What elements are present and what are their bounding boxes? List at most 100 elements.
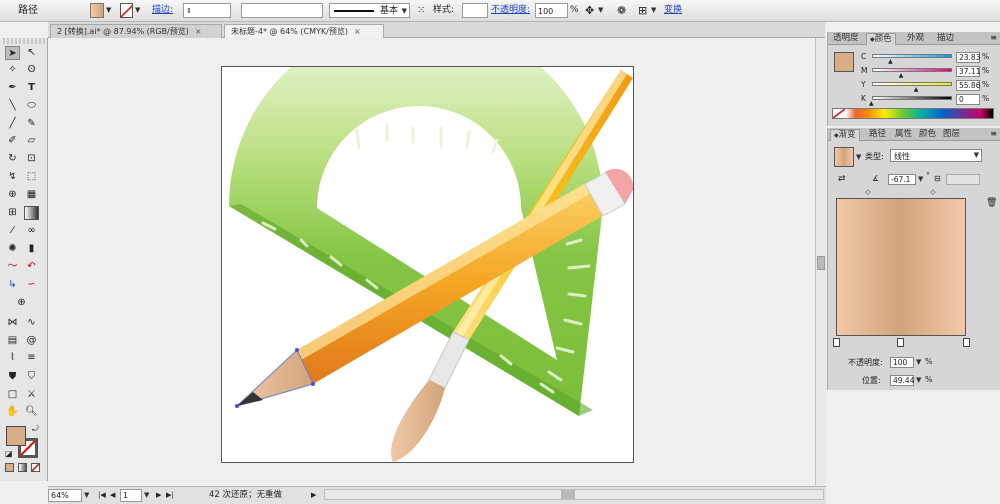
align-dropdown-icon[interactable]: ▼ [651,3,656,18]
gradient-mode-icon[interactable] [18,463,27,472]
channel-slider[interactable] [872,96,952,100]
zoom-dropdown-icon[interactable]: ▼ [84,489,89,502]
tab-color-2[interactable]: 颜色 [916,129,939,141]
channel-slider[interactable] [872,82,952,86]
warp-tool-icon[interactable]: ↯ [5,170,20,184]
current-color-swatch[interactable] [834,52,854,72]
scroll-thumb[interactable] [817,256,825,270]
gradient-tool-icon[interactable] [24,206,39,220]
midpoint-diamond-icon[interactable]: ◇ [930,188,935,196]
hscroll-thumb[interactable] [561,490,575,499]
page-dropdown-icon[interactable]: ▼ [144,489,149,502]
stroke-stepper-icon[interactable]: ⇕ [186,7,192,15]
panel-menu-icon[interactable]: ≡ [990,33,997,42]
tab-stroke[interactable]: 描边 [934,33,957,45]
channel-value-input[interactable]: 37.11 [956,66,980,77]
color-mode-icon[interactable] [5,463,14,472]
zoom-tool-icon[interactable]: 🔍︎ [24,405,39,419]
ellipse-tool-icon[interactable]: ⬭ [24,99,39,113]
channel-slider[interactable] [872,54,952,58]
gradient-preview-swatch[interactable] [834,147,854,167]
slider-thumb-icon[interactable]: ▲ [888,58,893,65]
stroke-dropdown-icon[interactable]: ▼ [135,3,140,18]
tab-attributes[interactable]: 属性 [892,129,915,141]
live-paint-tool-icon[interactable]: ⛊ [5,370,20,384]
page-input[interactable]: 1 [120,489,142,502]
gradient-stop[interactable] [962,338,970,347]
column-graph-tool-icon[interactable]: ▮ [24,242,39,256]
tab-layers[interactable]: 图层 [940,129,963,141]
channel-slider[interactable] [872,68,952,72]
default-colors-icon[interactable]: ◪ [5,449,13,458]
variable-width-icon[interactable]: ⁙ [417,3,425,18]
artboard[interactable] [221,19,634,463]
status-menu-icon[interactable]: ▶ [311,489,316,502]
wave-tool-icon[interactable]: ∿ [24,316,39,330]
brush-dropdown-icon[interactable]: ▼ [402,4,407,19]
blob-brush-tool-icon[interactable]: ✐ [5,134,20,148]
horizontal-scrollbar[interactable] [324,489,824,500]
pen-tool-icon[interactable]: ✒ [5,81,20,95]
tab-pathfinder[interactable]: 路径 [866,129,889,141]
type-select[interactable]: 线性 ▼ [890,149,982,162]
mesh-tool-icon[interactable]: ⊞ [5,206,20,220]
panel-menu-icon[interactable]: ≡ [990,129,997,138]
fill-dropdown-icon[interactable]: ▼ [106,3,111,18]
recolor-artwork-icon[interactable]: ✥ [585,3,594,18]
rotate-tool-icon[interactable]: ↻ [5,152,20,166]
stop-position-input[interactable]: 49.44 [890,375,914,386]
direct-selection-tool-icon[interactable]: ↖ [24,46,39,60]
aspect-ratio-icon[interactable]: ⊟ [934,174,941,183]
line-tool-icon[interactable]: ╲ [5,99,20,113]
slider-thumb-icon[interactable]: ▲ [899,72,904,79]
first-page-icon[interactable]: |◀ [98,489,106,502]
gradient-stop[interactable] [832,338,840,347]
reverse-gradient-icon[interactable]: ⇄ [838,174,846,184]
align-lines-tool-icon[interactable]: ≡ [24,351,39,365]
opacity-input[interactable]: 100 [535,3,568,18]
stop-position-dropdown-icon[interactable]: ▼ [916,376,921,384]
scale-tool-icon[interactable]: ⊡ [24,152,39,166]
midpoint-diamond-icon[interactable]: ◇ [865,188,870,196]
angle-dropdown-icon[interactable]: ▼ [918,175,923,183]
stroke-weight-field[interactable]: ⇕ [183,3,231,18]
tab-appearance[interactable]: 外观 [904,33,927,45]
none-swatch-icon[interactable] [833,109,845,118]
symbol-sprayer-tool-icon[interactable]: ✺ [5,242,20,256]
fill-swatch[interactable] [90,3,104,18]
vertical-scrollbar[interactable] [815,38,826,485]
slider-thumb-icon[interactable]: ▲ [914,86,919,93]
hand-tool-icon[interactable]: ✋ [5,405,20,419]
panel-grip[interactable] [3,38,45,44]
prev-page-icon[interactable]: ◀ [110,489,115,502]
tab-gradient[interactable]: ◆渐变 [830,129,860,141]
reshape-tool-icon[interactable]: ↶ [24,260,39,274]
angle-input[interactable]: -67.1 [888,174,916,185]
tab-transparency[interactable]: 透明度 [830,33,862,45]
lasso-tool-icon[interactable]: ʘ [24,63,39,77]
swap-colors-icon[interactable]: ⤾ [32,424,39,434]
opacity-link[interactable]: 不透明度: [491,3,530,18]
free-transform-tool-icon[interactable]: ⬚ [24,170,39,184]
path-eraser-tool-icon[interactable]: ∽ [24,278,39,292]
shape-builder-tool-icon[interactable]: ⊕ [5,188,20,202]
eraser-tool-icon[interactable]: ▱ [24,134,39,148]
grid-tool-icon[interactable]: ▤ [5,334,20,348]
target-tool-icon[interactable]: ⊕ [14,296,29,310]
blend-tool-icon[interactable]: ∞ [24,224,39,238]
stroke-profile-field[interactable] [241,3,323,18]
pencil-tool-icon[interactable]: ✎ [24,117,39,131]
paintbrush-tool-icon[interactable]: ╱ [5,117,20,131]
gradient-preview-dropdown-icon[interactable]: ▼ [856,153,861,161]
close-icon[interactable]: × [354,27,361,36]
smooth-tool-icon[interactable]: ↳ [5,278,20,292]
type-tool-icon[interactable]: T [24,81,39,95]
channel-value-input[interactable]: 55.86 [956,80,980,91]
perspective-grid-tool-icon[interactable]: ▦ [24,188,39,202]
envelope-tool-icon[interactable]: ⋈ [5,316,20,330]
tab-color[interactable]: ◆颜色 [866,33,896,45]
slider-thumb-icon[interactable]: ▲ [869,100,874,107]
slice-tool-icon[interactable]: ⚔ [24,388,39,402]
delete-stop-icon[interactable]: 🗑︎ [986,198,997,208]
next-page-icon[interactable]: ▶ [156,489,161,502]
